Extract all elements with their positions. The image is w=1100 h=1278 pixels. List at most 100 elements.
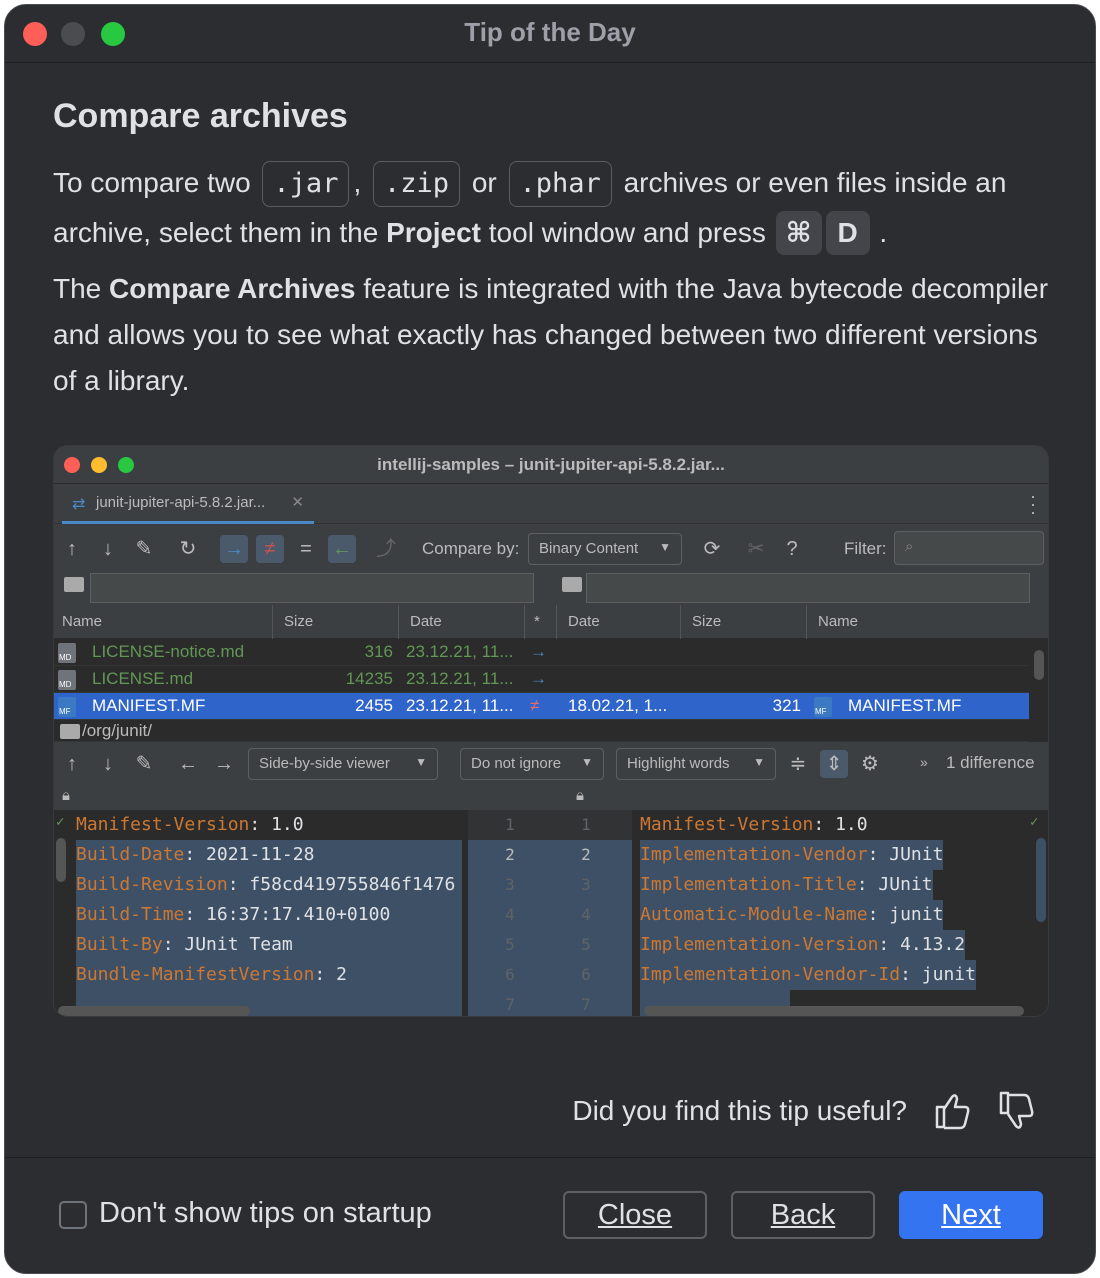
code-line: Build-Revision: f58cd419755846f1476: [76, 870, 462, 900]
next-button[interactable]: Next: [899, 1191, 1043, 1239]
left-editor-scrollbar: [56, 838, 66, 882]
window-title: Tip of the Day: [464, 17, 636, 47]
code-line: Implementation-Version: 4.13.2: [640, 930, 966, 960]
more-icon: »: [920, 754, 928, 770]
thumbs-down-icon[interactable]: [997, 1089, 1037, 1133]
screenshot-title: intellij-samples – junit-jupiter-api-5.8…: [377, 455, 725, 474]
filter-input: ⌕: [894, 531, 1044, 565]
md-file-icon: MD: [58, 670, 76, 690]
filter-label: Filter:: [844, 539, 887, 558]
tip-of-the-day-dialog: Tip of the Day Compare archives To compa…: [4, 4, 1096, 1274]
left-editor: Manifest-Version: 1.0 Build-Date: 2021-1…: [54, 810, 468, 1016]
code-line: Manifest-Version: 1.0: [640, 814, 868, 835]
arrow-down-icon: ↓: [103, 538, 113, 560]
chevron-down-icon: ▼: [415, 755, 427, 769]
right-folder-icon: [562, 577, 582, 592]
key-cmd: ⌘: [775, 211, 822, 255]
code-zip: .zip: [373, 161, 461, 207]
added-arrow-icon: →: [530, 642, 547, 661]
compare-icon: ⇄: [72, 496, 86, 513]
compare-archives-term: Compare Archives: [109, 273, 356, 304]
code-line: Automatic-Module-Name: junit: [640, 900, 944, 930]
next-diff-icon: ↓: [103, 753, 113, 775]
code-line: Manifest-Version: 1.0: [76, 814, 304, 835]
code-line: Implementation-Vendor: JUnit: [640, 840, 944, 870]
code-phar: .phar: [508, 161, 612, 207]
changed-icon: ≠: [530, 696, 540, 715]
left-editor-hscroll: [58, 1006, 250, 1016]
compare-by-combo: Binary Content ▼: [528, 533, 682, 565]
compare-toolbar: ↑ ↓ ✎ ↻ → ≠ = ← ⤴ Compare by: Binary Con…: [54, 524, 1048, 574]
chevron-down-icon: ▼: [581, 755, 593, 769]
screenshot-titlebar: intellij-samples – junit-jupiter-api-5.8…: [54, 446, 1048, 484]
title-bar: Tip of the Day: [5, 5, 1095, 63]
thumbs-up-icon[interactable]: [933, 1089, 973, 1133]
tip-screenshot: intellij-samples – junit-jupiter-api-5.8…: [53, 445, 1049, 1017]
tip-heading: Compare archives: [53, 97, 348, 135]
code-line: Implementation-Vendor-Id: junit: [640, 960, 976, 990]
key-d: D: [825, 211, 870, 255]
ignore-combo: Do not ignore ▼: [460, 748, 604, 780]
code-line: Build-Time: 16:37:17.410+0100: [76, 900, 462, 930]
highlight-combo: Highlight words ▼: [616, 748, 776, 780]
right-editor: Manifest-Version: 1.0 Implementation-Ven…: [632, 810, 1048, 1016]
check-icon: ✓: [1030, 814, 1039, 830]
code-line: Bundle-ManifestVersion: 2: [76, 960, 462, 990]
lock-icon: 🔒︎: [576, 787, 584, 804]
chevron-down-icon: ▼: [659, 540, 671, 554]
table-header: Name Size Date * Date Size Name: [54, 605, 1048, 639]
show-old-icon: ←: [328, 535, 356, 563]
close-button[interactable]: Close: [563, 1191, 707, 1239]
code-jar: .jar: [262, 161, 350, 207]
gear-icon: ⚙: [861, 753, 879, 775]
right-editor-scrollbar: [1036, 838, 1046, 922]
tip-paragraph-1: To compare two .jar, .zip or .phar archi…: [53, 158, 1053, 258]
compare-by-label: Compare by:: [422, 539, 520, 558]
merge-icon: ⤴: [376, 538, 396, 560]
screenshot-tabbar: ⇄ junit-jupiter-api-5.8.2.jar... ✕ · · ·: [54, 484, 1048, 524]
code-line: Build-Date: 2021-11-28: [76, 840, 462, 870]
show-new-icon: →: [220, 535, 248, 563]
code-line: Built-By: JUnit Team: [76, 930, 462, 960]
refresh-icon: ↻: [179, 538, 197, 560]
feedback-row: Did you find this tip useful?: [5, 1089, 1095, 1139]
table-row: MD LICENSE.md 14235 23.12.21, 11... →: [54, 666, 1029, 693]
more-options-icon: · · ·: [1030, 486, 1036, 522]
diff-toolbar: ↑ ↓ ✎ ← → Side-by-side viewer ▼ Do not ig…: [54, 742, 1048, 786]
project-term: Project: [386, 217, 481, 248]
back-icon: ←: [178, 753, 198, 775]
mf-file-icon: MF: [814, 697, 832, 717]
md-file-icon: MD: [58, 643, 76, 663]
settings-wrench-icon: ✂: [747, 538, 765, 560]
feedback-question: Did you find this tip useful?: [572, 1095, 907, 1126]
table-row: MD LICENSE-notice.md 316 23.12.21, 11...…: [54, 639, 1029, 666]
collapse-icon: ≑: [789, 753, 807, 775]
sync-scroll-icon: ⇕: [820, 750, 848, 778]
dont-show-label[interactable]: Don't show tips on startup: [99, 1197, 432, 1230]
edit-icon: ✎: [135, 538, 153, 560]
arrow-up-icon: ↑: [67, 538, 77, 560]
code-line: Implementation-Title: JUnit: [640, 870, 933, 900]
help-icon: ?: [786, 538, 798, 560]
tab-close-icon: ✕: [291, 494, 304, 511]
back-button[interactable]: Back: [731, 1191, 875, 1239]
edit-icon: ✎: [135, 753, 153, 775]
right-editor-hscroll: [644, 1006, 1024, 1016]
table-scrollbar: [1034, 650, 1044, 680]
difference-count: 1 difference: [946, 753, 1035, 772]
tip-content: Compare archives To compare two .jar, .z…: [53, 97, 1053, 404]
left-folder-icon: [64, 577, 84, 592]
forward-icon: →: [214, 753, 234, 775]
tip-paragraph-2: The Compare Archives feature is integrat…: [53, 273, 1049, 396]
path-row: [54, 569, 1048, 605]
viewer-combo: Side-by-side viewer ▼: [248, 748, 438, 780]
screenshot-tab: ⇄ junit-jupiter-api-5.8.2.jar... ✕: [62, 484, 314, 524]
sync-icon: ⟳: [703, 538, 721, 560]
show-equal-icon: =: [300, 538, 312, 560]
folder-icon: [60, 724, 80, 739]
show-diff-icon: ≠: [256, 535, 284, 563]
right-path-field: [586, 573, 1030, 603]
search-icon: ⌕: [905, 538, 914, 555]
dont-show-checkbox[interactable]: [59, 1201, 87, 1229]
prev-diff-icon: ↑: [67, 753, 77, 775]
